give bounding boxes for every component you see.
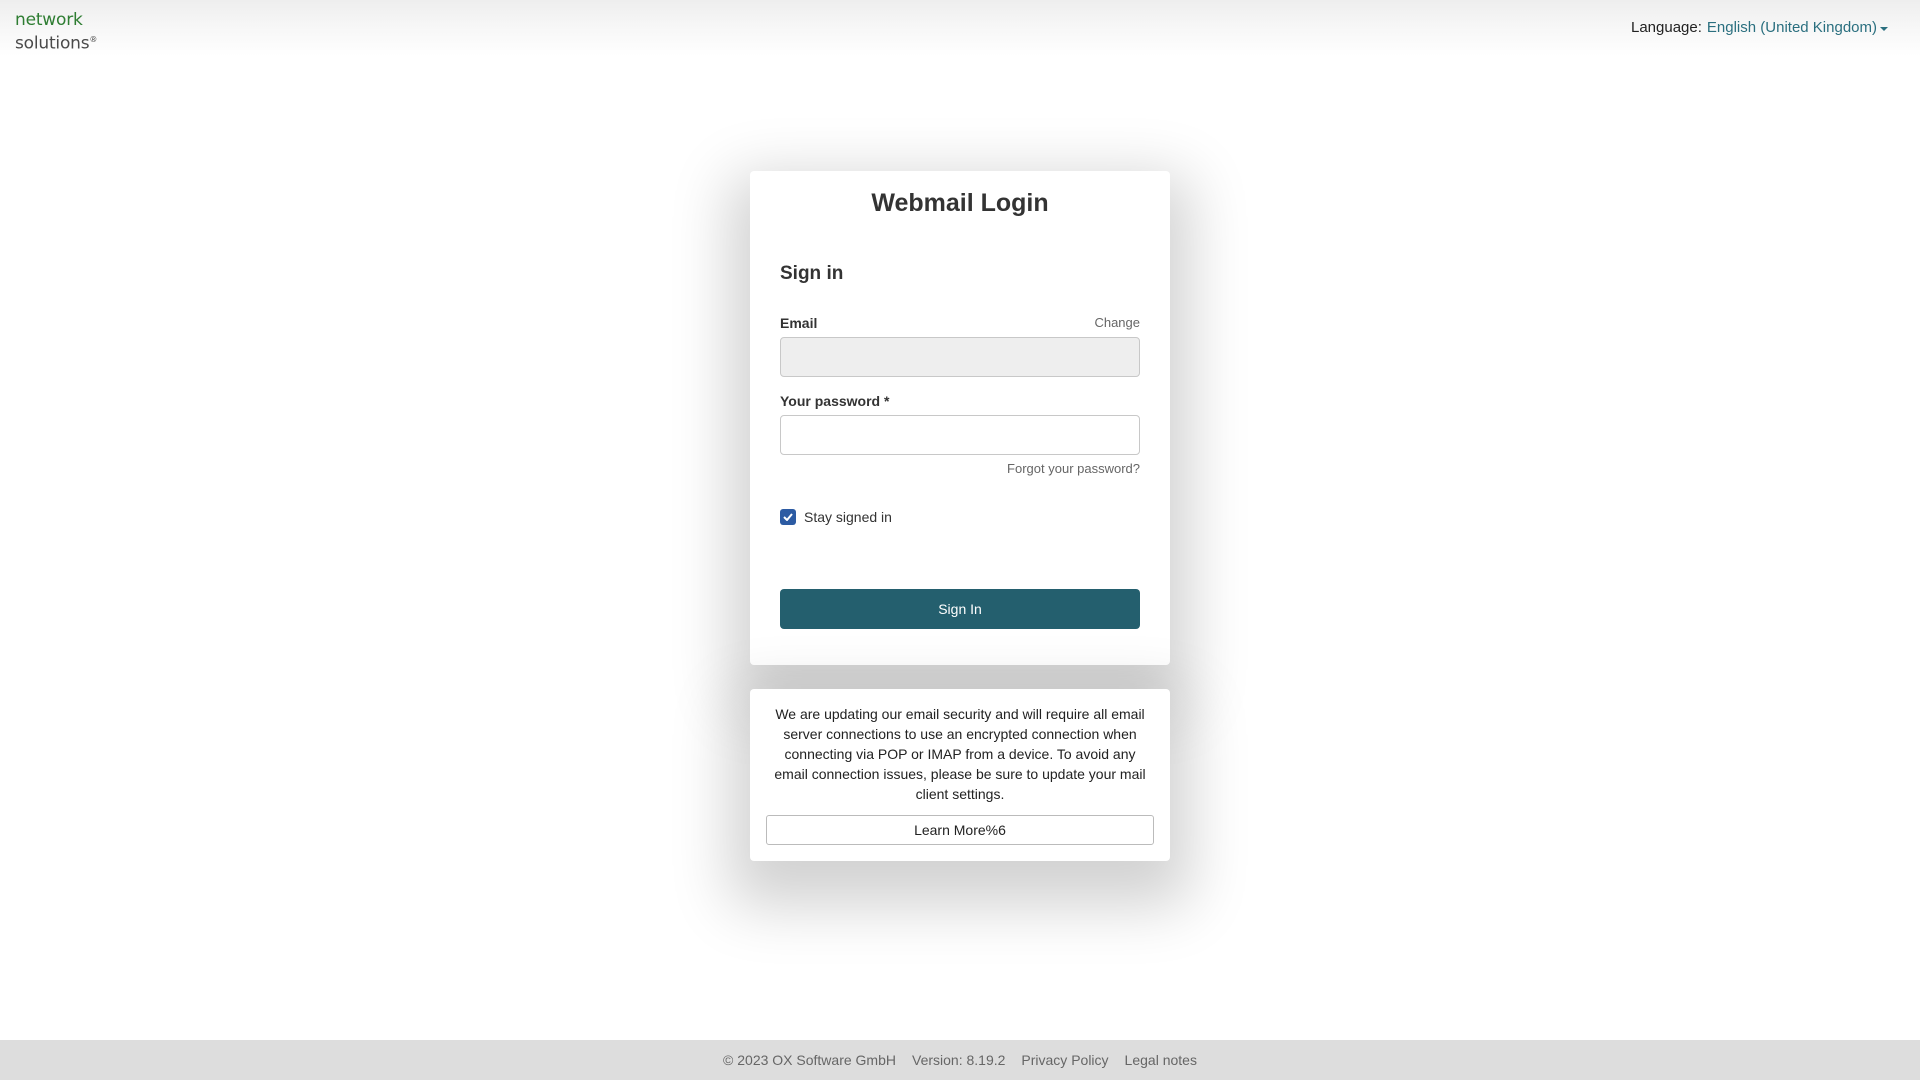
password-field[interactable] (780, 415, 1140, 455)
email-field[interactable] (780, 337, 1140, 377)
network-solutions-logo[interactable]: network solutions® (15, 11, 97, 54)
notice-text: We are updating our email security and w… (774, 706, 1146, 802)
footer-version: Version: 8.19.2 (912, 1052, 1006, 1068)
change-email-link[interactable]: Change (1094, 315, 1140, 330)
forgot-password-link[interactable]: Forgot your password? (1007, 461, 1140, 476)
login-card: Webmail Login Sign in Email Change Your … (750, 171, 1170, 665)
checkmark-icon (783, 513, 793, 521)
language-label: Language: (1631, 19, 1702, 36)
privacy-policy-link[interactable]: Privacy Policy (1021, 1052, 1108, 1068)
language-selector[interactable]: Language: English (United Kingdom) (1631, 18, 1888, 37)
caret-down-icon[interactable] (1880, 26, 1888, 31)
logo-trademark: ® (89, 35, 98, 44)
password-label: Your password * (780, 393, 890, 409)
language-dropdown[interactable]: English (United Kingdom) (1707, 18, 1877, 37)
logo-line1: network (15, 10, 83, 30)
security-notice-card: We are updating our email security and w… (750, 689, 1170, 861)
email-label: Email (780, 315, 818, 331)
sign-in-button[interactable]: Sign In (780, 589, 1140, 629)
stay-signed-in-checkbox[interactable] (780, 509, 796, 525)
signin-heading: Sign in (780, 263, 844, 284)
logo-line2-text: solutions (15, 33, 90, 54)
learn-more-button[interactable]: Learn More%6 (766, 815, 1154, 845)
logo-line2: solutions® (15, 30, 97, 54)
header: network solutions® Language: English (Un… (0, 0, 1920, 56)
stay-signed-in-label[interactable]: Stay signed in (804, 509, 892, 525)
footer-copyright: © 2023 OX Software GmbH (723, 1052, 896, 1068)
page-title: Webmail Login (871, 189, 1049, 217)
stay-signed-in[interactable]: Stay signed in (780, 509, 892, 525)
legal-notes-link[interactable]: Legal notes (1125, 1052, 1197, 1068)
footer: © 2023 OX Software GmbH Version: 8.19.2 … (0, 1040, 1920, 1080)
